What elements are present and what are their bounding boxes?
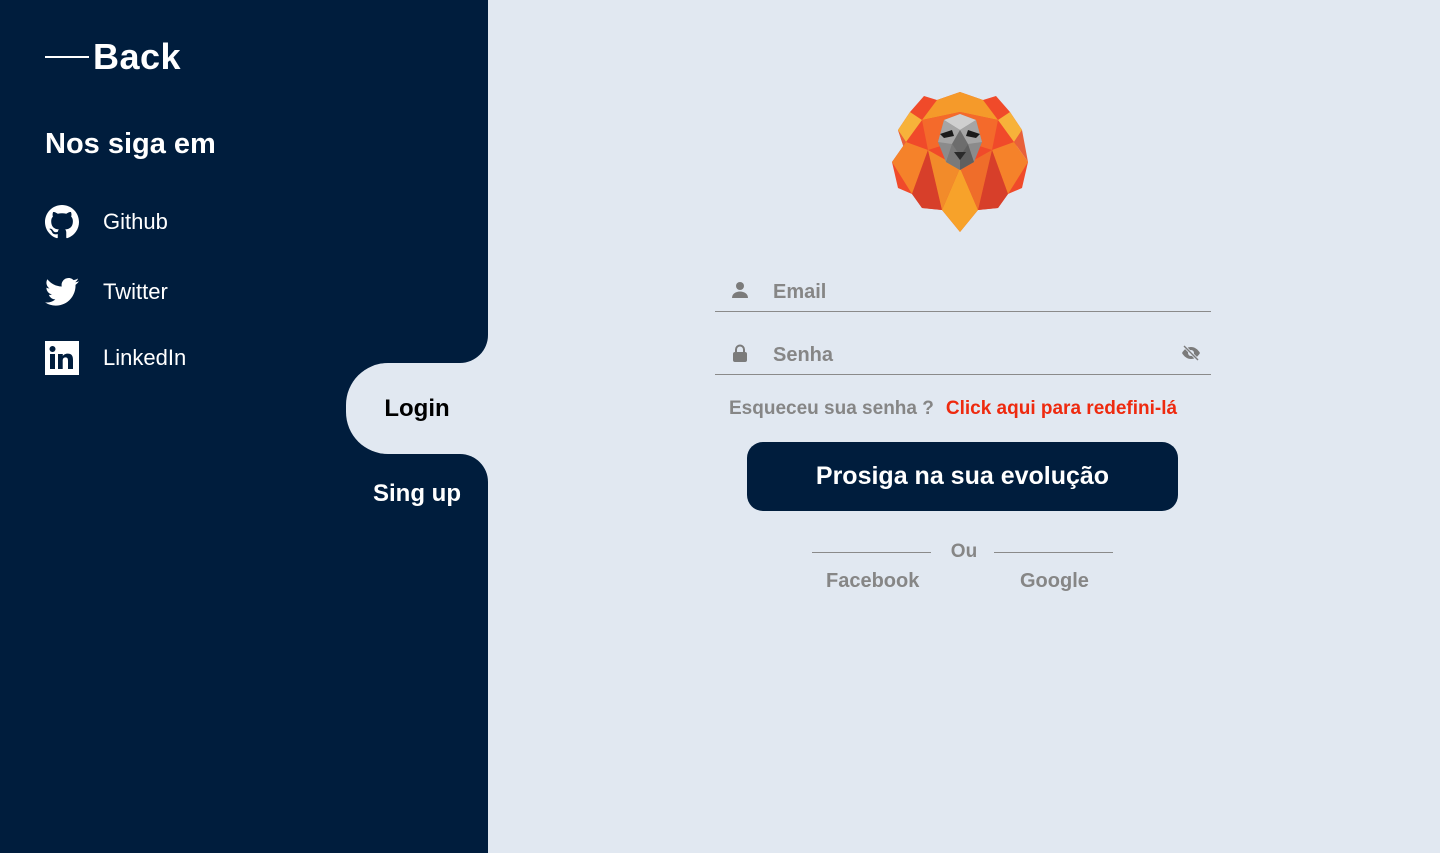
reset-password-link[interactable]: Click aqui para redefini-lá <box>946 398 1177 420</box>
email-input[interactable] <box>765 267 1211 312</box>
divider-text: Ou <box>950 541 978 562</box>
back-label: Back <box>93 36 182 77</box>
forgot-password-text: Esqueceu sua senha ? <box>729 398 934 419</box>
social-link-linkedin[interactable]: LinkedIn <box>45 341 186 375</box>
tab-login[interactable]: Login <box>346 363 488 454</box>
social-label-github: Github <box>103 209 168 234</box>
social-label-linkedin: LinkedIn <box>103 345 187 370</box>
tab-notch-top <box>438 313 488 363</box>
social-label-twitter: Twitter <box>103 279 168 304</box>
linkedin-icon <box>45 341 79 375</box>
password-field <box>715 330 1211 375</box>
divider-line-right <box>994 552 1113 553</box>
password-input[interactable] <box>765 330 1171 375</box>
eye-slash-icon[interactable] <box>1171 344 1211 361</box>
twitter-icon <box>45 275 79 309</box>
submit-button[interactable]: Prosiga na sua evolução <box>747 442 1178 511</box>
user-icon <box>715 281 765 299</box>
google-login-link[interactable]: Google <box>1020 570 1089 593</box>
email-field <box>715 267 1211 312</box>
lock-icon <box>715 344 765 362</box>
lion-logo <box>888 90 1032 234</box>
back-link[interactable]: Back <box>45 36 181 78</box>
divider-line-left <box>812 552 931 553</box>
social-link-twitter[interactable]: Twitter <box>45 275 168 309</box>
back-line-icon <box>45 56 89 58</box>
tab-signup[interactable]: Sing up <box>346 470 488 518</box>
facebook-login-link[interactable]: Facebook <box>826 570 919 593</box>
github-icon <box>45 205 79 239</box>
follow-title: Nos siga em <box>45 128 216 160</box>
forgot-password-row: Esqueceu sua senha ? Click aqui para red… <box>729 398 1177 420</box>
login-page: Back Nos siga em Github Twitter LinkedIn… <box>0 0 1440 853</box>
social-link-github[interactable]: Github <box>45 205 168 239</box>
